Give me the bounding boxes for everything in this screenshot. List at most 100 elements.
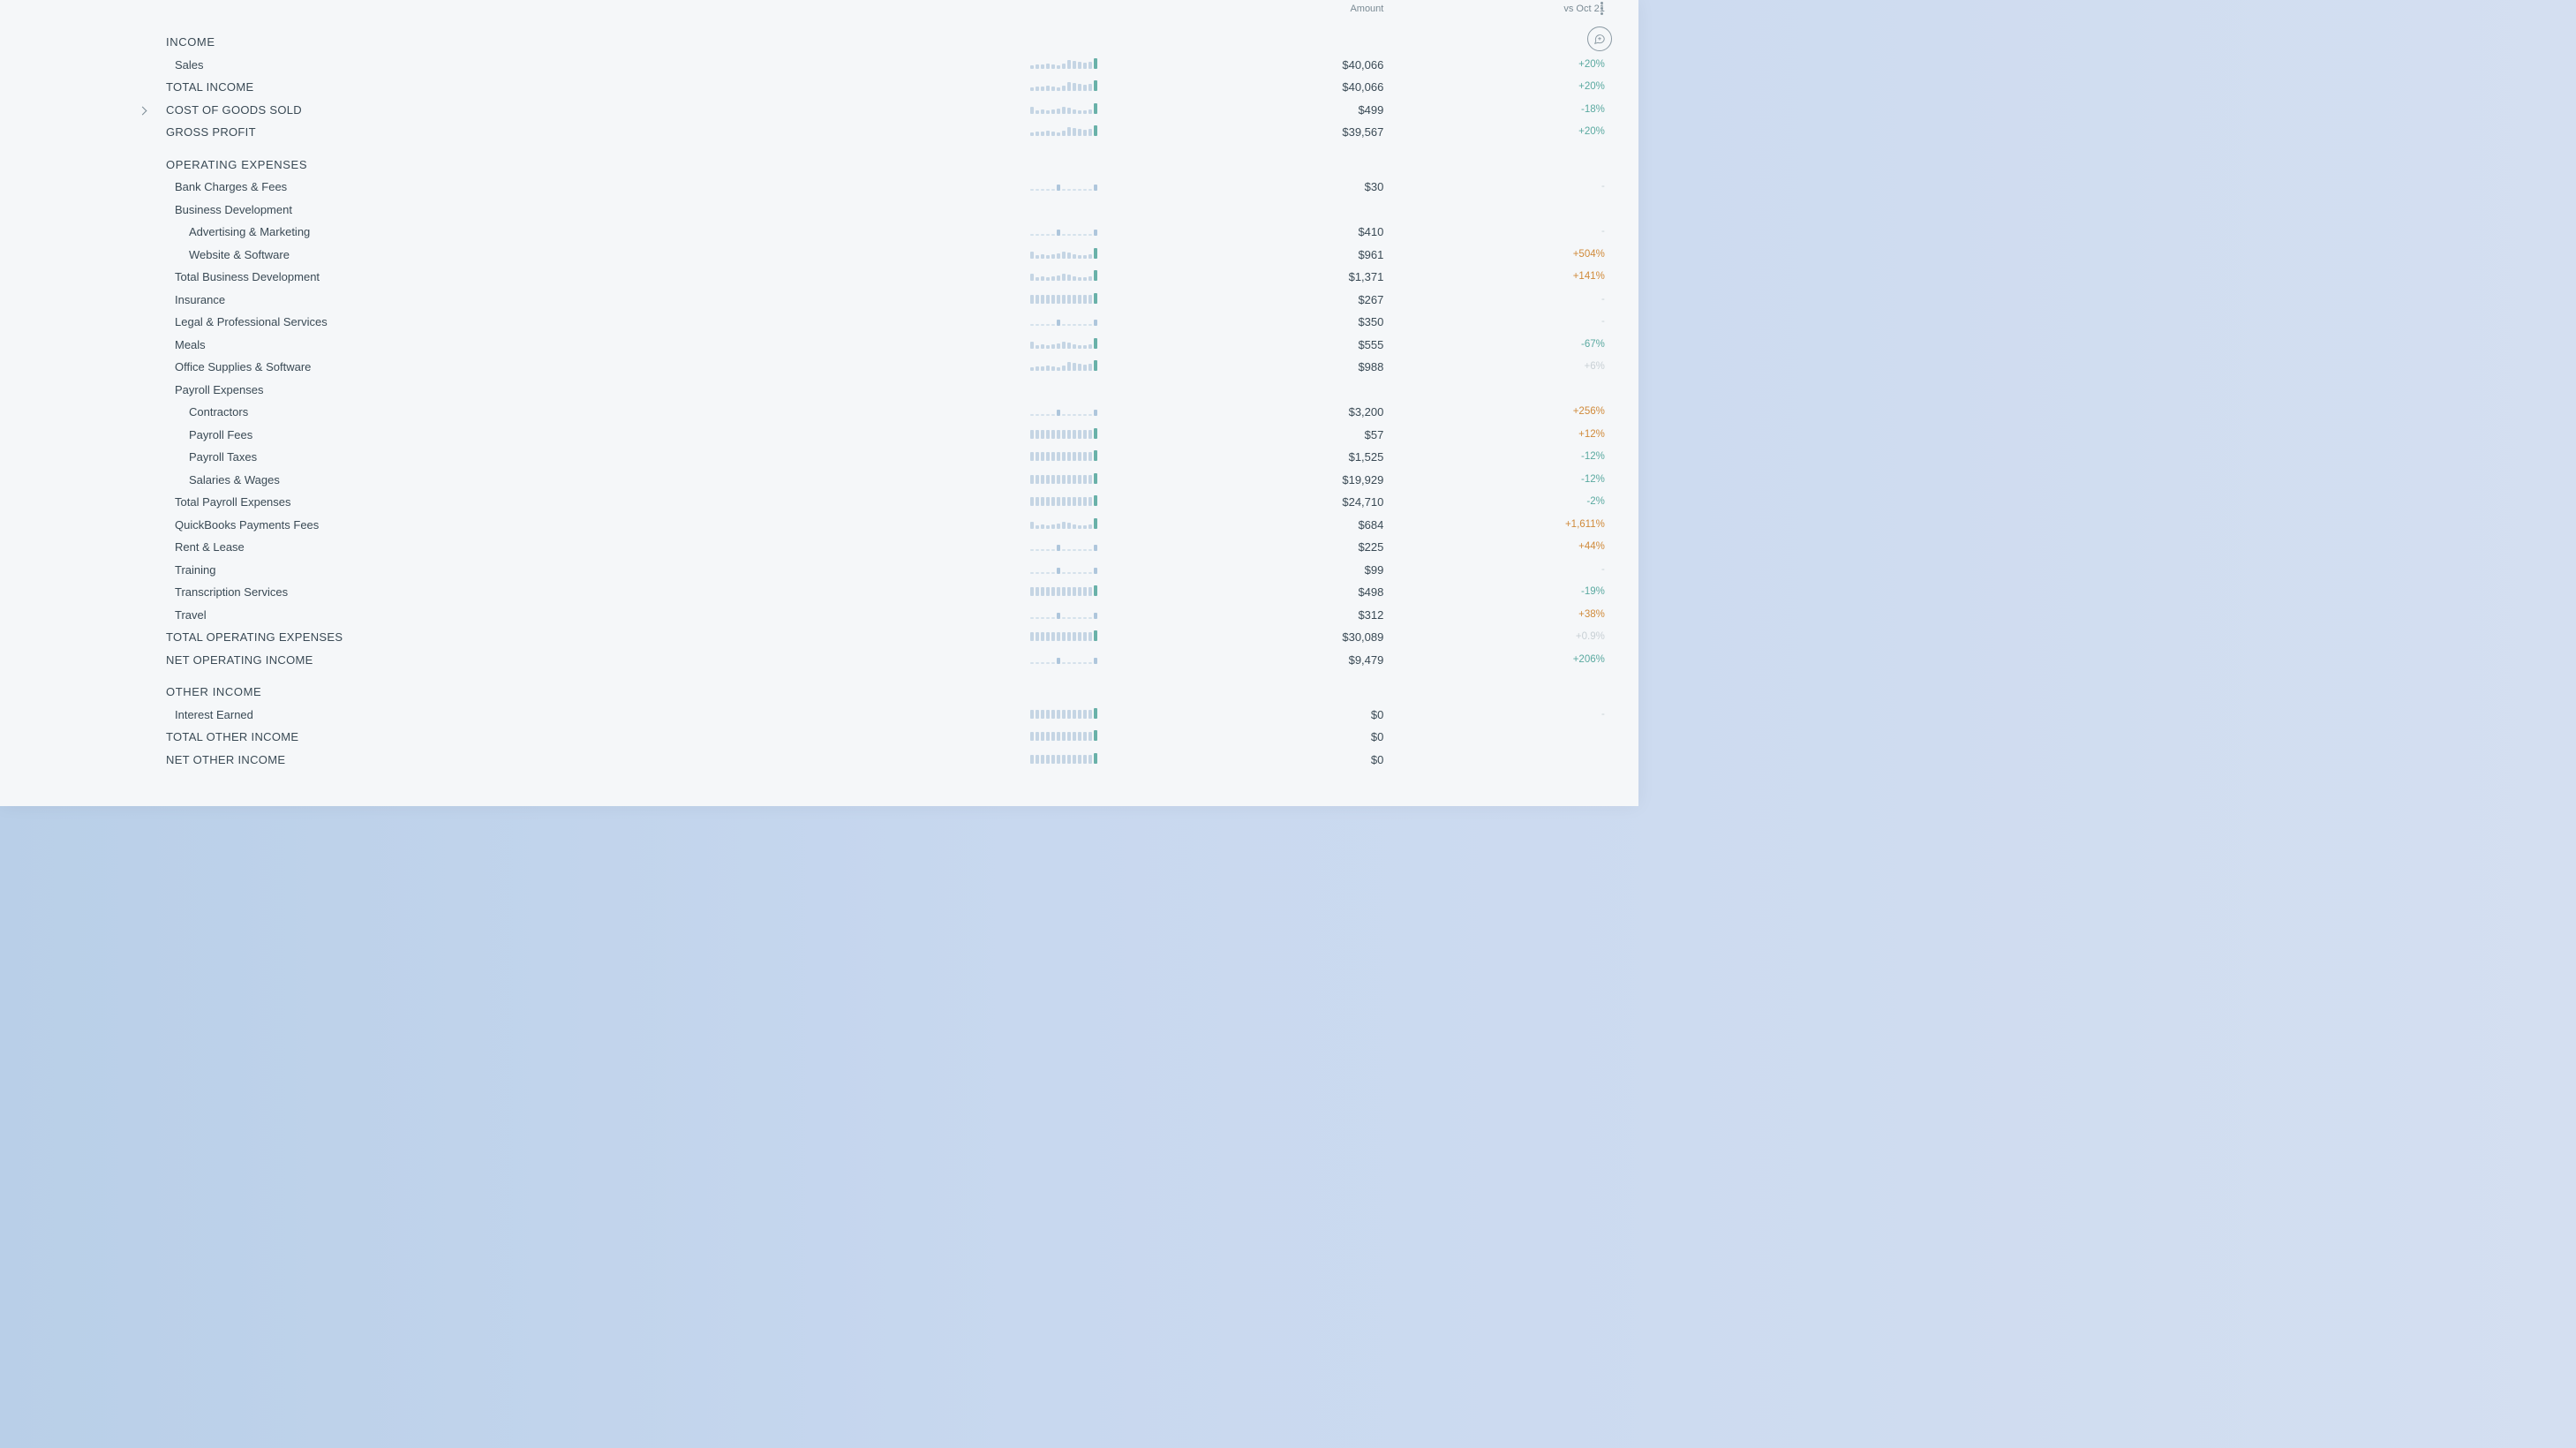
report-panel: Amount vs Oct 21 INCOMESales$40,066+20%T… [0, 0, 1638, 806]
report-row[interactable]: Insurance$267- [159, 289, 1612, 312]
report-row[interactable]: TOTAL INCOME$40,066+20% [159, 76, 1612, 99]
report-row[interactable]: Contractors $3,200+256% [159, 401, 1612, 424]
row-amount: $30 [1106, 176, 1390, 199]
row-vs: +12% [1390, 424, 1611, 447]
row-vs [1390, 671, 1611, 704]
add-comment-button[interactable] [1587, 26, 1612, 51]
row-label: Total Business Development [159, 266, 822, 289]
report-row[interactable]: Transcription Services$498-19% [159, 581, 1612, 604]
report-row[interactable]: Payroll Expenses [159, 379, 1612, 402]
row-vs [1390, 144, 1611, 177]
sparkline [1030, 708, 1097, 719]
row-vs: -2% [1390, 491, 1611, 514]
row-vs: - [1390, 221, 1611, 244]
row-label: TOTAL OPERATING EXPENSES [159, 626, 822, 649]
row-label: Sales [159, 54, 822, 77]
row-amount: $30,089 [1106, 626, 1390, 649]
row-vs: +1,611% [1390, 514, 1611, 537]
row-amount: $99 [1106, 559, 1390, 582]
row-amount: $24,710 [1106, 491, 1390, 514]
row-vs [1390, 379, 1611, 402]
report-row[interactable]: Advertising & Marketing $410- [159, 221, 1612, 244]
row-vs: - [1390, 176, 1611, 199]
sparkline [1030, 563, 1097, 574]
report-row[interactable]: Payroll Fees$57+12% [159, 424, 1612, 447]
report-row[interactable]: Meals$555-67% [159, 334, 1612, 357]
row-vs: - [1390, 704, 1611, 727]
row-label: Rent & Lease [159, 536, 822, 559]
sparkline [1030, 495, 1097, 506]
report-row[interactable]: GROSS PROFIT$39,567+20% [159, 121, 1612, 144]
row-label: Payroll Taxes [159, 446, 822, 469]
row-amount: $312 [1106, 604, 1390, 627]
row-vs: - [1390, 289, 1611, 312]
report-row[interactable]: NET OPERATING INCOME$9,479+206% [159, 649, 1612, 672]
expand-caret-icon[interactable] [139, 108, 147, 115]
sparkline [1030, 518, 1097, 529]
report-row[interactable]: Legal & Professional Services$350- [159, 311, 1612, 334]
report-row[interactable]: Rent & Lease$225+44% [159, 536, 1612, 559]
row-amount: $1,525 [1106, 446, 1390, 469]
report-row[interactable]: Website & Software$961+504% [159, 244, 1612, 267]
report-row[interactable]: Travel $312+38% [159, 604, 1612, 627]
row-label: OPERATING EXPENSES [159, 144, 822, 177]
row-vs: -12% [1390, 469, 1611, 492]
row-vs: - [1390, 559, 1611, 582]
row-label: Contractors [159, 401, 822, 424]
sparkline [1030, 450, 1097, 461]
row-label: Payroll Fees [159, 424, 822, 447]
row-vs: +20% [1390, 54, 1611, 77]
report-row[interactable]: Interest Earned$0- [159, 704, 1612, 727]
sparkline [1030, 338, 1097, 349]
row-label: TOTAL OTHER INCOME [159, 726, 822, 749]
sparkline [1030, 540, 1097, 551]
row-amount: $410 [1106, 221, 1390, 244]
row-vs: +504% [1390, 244, 1611, 267]
row-label: Interest Earned [159, 704, 822, 727]
row-amount: $19,929 [1106, 469, 1390, 492]
report-row[interactable]: Salaries & Wages $19,929-12% [159, 469, 1612, 492]
report-row[interactable]: Payroll Taxes $1,525-12% [159, 446, 1612, 469]
sparkline [1030, 608, 1097, 619]
row-vs [1390, 199, 1611, 222]
report-row[interactable]: TOTAL OTHER INCOME$0 [159, 726, 1612, 749]
row-vs [1390, 749, 1611, 772]
sparkline [1030, 80, 1097, 91]
row-amount: $684 [1106, 514, 1390, 537]
report-row[interactable]: NET OTHER INCOME$0 [159, 749, 1612, 772]
row-label: Travel [159, 604, 822, 627]
report-row[interactable]: Training$99- [159, 559, 1612, 582]
report-row[interactable]: Bank Charges & Fees $30- [159, 176, 1612, 199]
more-menu-button[interactable] [1598, 0, 1607, 16]
row-label: Advertising & Marketing [159, 221, 822, 244]
report-row[interactable]: Sales$40,066+20% [159, 54, 1612, 77]
report-row[interactable]: Total Payroll Expenses$24,710-2% [159, 491, 1612, 514]
row-vs: +256% [1390, 401, 1611, 424]
sparkline [1030, 653, 1097, 664]
row-vs: +20% [1390, 121, 1611, 144]
row-label: Legal & Professional Services [159, 311, 822, 334]
row-vs: -12% [1390, 446, 1611, 469]
sparkline [1030, 630, 1097, 641]
row-vs: +206% [1390, 649, 1611, 672]
row-label: Insurance [159, 289, 822, 312]
row-amount [1106, 671, 1390, 704]
row-label: Salaries & Wages [159, 469, 822, 492]
report-row[interactable]: Office Supplies & Software$988+6% [159, 356, 1612, 379]
sparkline [1030, 405, 1097, 416]
row-label: Bank Charges & Fees [159, 176, 822, 199]
row-vs: -19% [1390, 581, 1611, 604]
report-row[interactable]: QuickBooks Payments Fees $684+1,611% [159, 514, 1612, 537]
row-vs: +38% [1390, 604, 1611, 627]
row-vs [1390, 21, 1611, 54]
report-row[interactable]: Total Business Development$1,371+141% [159, 266, 1612, 289]
report-row[interactable]: Business Development [159, 199, 1612, 222]
row-amount: $350 [1106, 311, 1390, 334]
row-label: QuickBooks Payments Fees [159, 514, 822, 537]
report-row[interactable]: COST OF GOODS SOLD$499-18% [159, 99, 1612, 122]
report-row[interactable]: TOTAL OPERATING EXPENSES$30,089+0.9% [159, 626, 1612, 649]
row-amount: $3,200 [1106, 401, 1390, 424]
row-label: NET OPERATING INCOME [159, 649, 822, 672]
row-label: Business Development [159, 199, 822, 222]
row-vs: +20% [1390, 76, 1611, 99]
